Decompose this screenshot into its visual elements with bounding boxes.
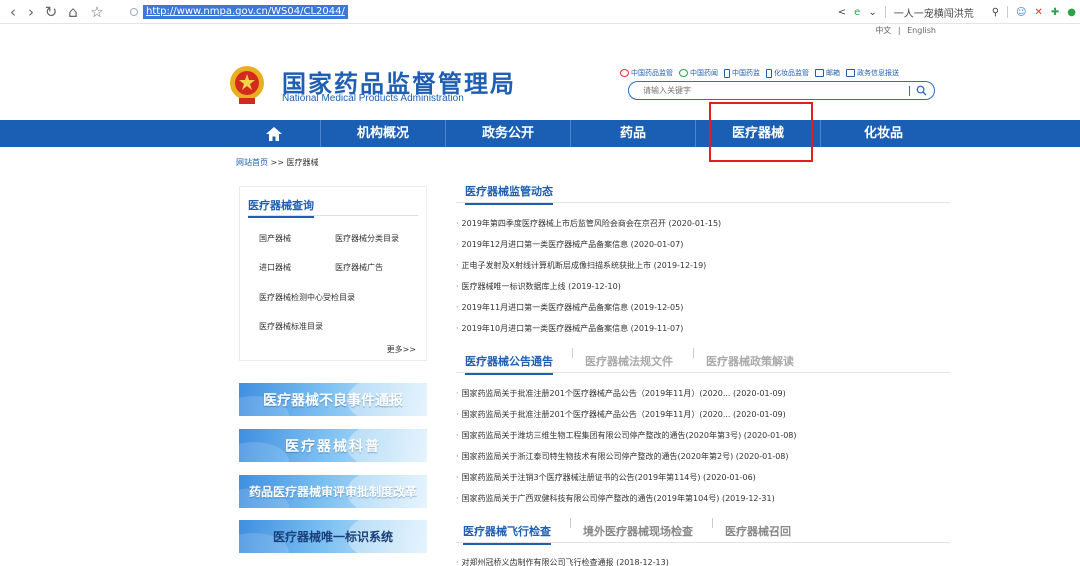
home-icon	[266, 126, 282, 141]
banner-science-popularization[interactable]: 医疗器械科普	[239, 429, 427, 462]
list-item[interactable]: · 国家药监局关于广西双健科技有限公司停产整改的通告(2019年第104号) (2…	[456, 493, 775, 504]
banner-adverse-events[interactable]: 医疗器械不良事件通报	[239, 383, 427, 416]
breadcrumb: 网站首页 >> 医疗器械	[236, 157, 319, 168]
more-link[interactable]: 更多>>	[387, 344, 416, 355]
divider	[248, 215, 418, 216]
divider	[456, 542, 950, 543]
back-icon[interactable]: ‹	[4, 3, 22, 21]
list-item[interactable]: · 国家药监局关于注销3个医疗器械注册证书的公告(2019年第114号) (202…	[456, 472, 756, 483]
list-item[interactable]: · 2019年12月进口第一类医疗器械产品备案信息 (2020-01-07)	[456, 239, 683, 250]
list-item[interactable]: · 国家药监局关于批准注册201个医疗器械产品公告（2019年11月）(2020.…	[456, 409, 786, 420]
link-standards-catalog[interactable]: 医疗器械标准目录	[259, 321, 323, 332]
national-emblem-icon	[230, 66, 264, 104]
search-input[interactable]	[643, 84, 903, 97]
divider	[884, 6, 886, 18]
list-item[interactable]: · 2019年10月进口第一类医疗器械产品备案信息 (2019-11-07)	[456, 323, 683, 334]
link-imported-devices[interactable]: 进口器械	[259, 262, 291, 273]
search-icon[interactable]: ⚲	[992, 7, 999, 18]
browser-toolbar: ‹ › ↻ ⌂ ☆ http://www.nmpa.gov.cn/WS04/CL…	[0, 0, 1080, 24]
device-query-panel: 医疗器械查询 国产器械 医疗器械分类目录 进口器械 医疗器械广告 医疗器械检测中…	[239, 186, 427, 361]
browser-e-icon[interactable]: e	[854, 7, 860, 18]
site-title-en: National Medical Products Administration	[282, 93, 464, 104]
quick-link-cosmetics[interactable]: 化妆品监管	[766, 68, 809, 78]
quick-link-weibo[interactable]: 中国药品监管	[620, 68, 673, 78]
lang-english-link[interactable]: English	[907, 26, 936, 35]
nav-institution[interactable]: 机构概况	[321, 120, 446, 147]
tab-regulations[interactable]: 医疗器械法规文件	[585, 353, 673, 369]
tab-policy-interpretation[interactable]: 医疗器械政策解读	[706, 353, 794, 369]
list-item[interactable]: · 2019年第四季度医疗器械上市后监管风险会商会在京召开 (2020-01-15…	[456, 218, 721, 229]
mail-icon	[815, 69, 824, 77]
nav-home[interactable]	[228, 120, 321, 147]
forward-icon[interactable]: ›	[22, 3, 40, 21]
divider	[712, 518, 713, 528]
divider	[572, 348, 573, 358]
list-item[interactable]: · 医疗器械唯一标识数据库上线 (2019-12-10)	[456, 281, 621, 292]
list-item[interactable]: · 2019年11月进口第一类医疗器械产品备案信息 (2019-12-05)	[456, 302, 683, 313]
quick-link-wechat[interactable]: 中国药闻	[679, 68, 718, 78]
extension-icon[interactable]: ✚	[1051, 7, 1059, 18]
divider	[456, 202, 950, 203]
list-item[interactable]: · 国家药监局关于批准注册201个医疗器械产品公告（2019年11月）(2020.…	[456, 388, 786, 399]
language-links: 中文 | English	[873, 25, 938, 36]
banner-decoration	[239, 442, 289, 462]
phone-icon	[724, 68, 730, 78]
wechat-icon	[679, 69, 688, 77]
banner-review-reform[interactable]: 药品医疗器械审评审批制度改革	[239, 475, 427, 508]
search-icon[interactable]	[916, 85, 927, 96]
link-testing-center-catalog[interactable]: 医疗器械检测中心受检目录	[259, 292, 355, 303]
quick-link-mail[interactable]: 邮箱	[815, 68, 840, 78]
close-x-icon[interactable]: ✕	[1034, 7, 1042, 18]
link-device-ads[interactable]: 医疗器械广告	[335, 262, 383, 273]
favorite-star-icon[interactable]: ☆	[88, 3, 106, 21]
refresh-icon[interactable]: ↻	[42, 3, 60, 21]
nav-drugs[interactable]: 药品	[571, 120, 696, 147]
quick-links: 中国药品监管 中国药闻 中国药监 化妆品监管 邮箱 政务信息报送	[620, 68, 905, 78]
site-search	[628, 81, 935, 100]
list-item[interactable]: · 国家药监局关于浙江泰司特生物技术有限公司停产整改的通告(2020年第2号) (…	[456, 451, 789, 462]
banner-udi-system[interactable]: 医疗器械唯一标识系统	[239, 520, 427, 553]
main-nav: 机构概况 政务公开 药品 医疗器械 化妆品	[0, 120, 1080, 147]
nav-cosmetics[interactable]: 化妆品	[821, 120, 946, 147]
quick-link-report[interactable]: 政务信息报送	[846, 68, 899, 78]
tab-recall[interactable]: 医疗器械召回	[725, 523, 791, 539]
smile-icon[interactable]: ☺	[1016, 7, 1026, 18]
phone-icon	[766, 68, 772, 78]
browser-right-tools: < e ⌄ 一人一宠横闯洪荒 ⚲ ☺ ✕ ✚ ●	[834, 3, 1080, 21]
link-domestic-devices[interactable]: 国产器械	[259, 233, 291, 244]
divider	[909, 86, 910, 96]
nav-government-affairs[interactable]: 政务公开	[446, 120, 571, 147]
quick-link-mobile[interactable]: 中国药监	[724, 68, 760, 78]
monitor-icon	[846, 69, 855, 77]
chevron-down-icon[interactable]: ⌄	[868, 7, 876, 18]
list-item[interactable]: · 正电子发射及X射线计算机断层成像扫描系统获批上市 (2019-12-19)	[456, 260, 706, 271]
divider	[1007, 6, 1009, 18]
plugin-icon[interactable]: ●	[1067, 7, 1076, 18]
weibo-icon	[620, 69, 629, 77]
breadcrumb-current: 医疗器械	[286, 158, 319, 167]
list-item[interactable]: · 对郑州冠桥义齿制作有限公司飞行检查通报 (2018-12-13)	[456, 557, 669, 566]
url-text[interactable]: http://www.nmpa.gov.cn/WS04/CL2044/	[143, 5, 348, 19]
divider	[570, 518, 571, 528]
list-item[interactable]: · 国家药监局关于潍坊三维生物工程集团有限公司停产整改的通告(2020年第3号) …	[456, 430, 797, 441]
lang-separator: |	[897, 26, 901, 35]
tab-overseas-inspection[interactable]: 境外医疗器械现场检查	[583, 523, 693, 539]
divider	[456, 372, 950, 373]
home-icon[interactable]: ⌂	[64, 3, 82, 21]
lang-chinese-link[interactable]: 中文	[875, 26, 891, 35]
browser-hot-search[interactable]: 一人一宠横闯洪荒	[894, 5, 974, 20]
share-icon[interactable]: <	[838, 7, 846, 18]
breadcrumb-home[interactable]: 网站首页	[236, 158, 268, 167]
divider	[693, 348, 694, 358]
address-bar[interactable]: http://www.nmpa.gov.cn/WS04/CL2044/	[130, 4, 348, 20]
link-classification-catalog[interactable]: 医疗器械分类目录	[335, 233, 399, 244]
breadcrumb-sep: >>	[268, 158, 287, 167]
highlight-annotation-box	[709, 102, 813, 162]
site-icon	[130, 8, 138, 16]
